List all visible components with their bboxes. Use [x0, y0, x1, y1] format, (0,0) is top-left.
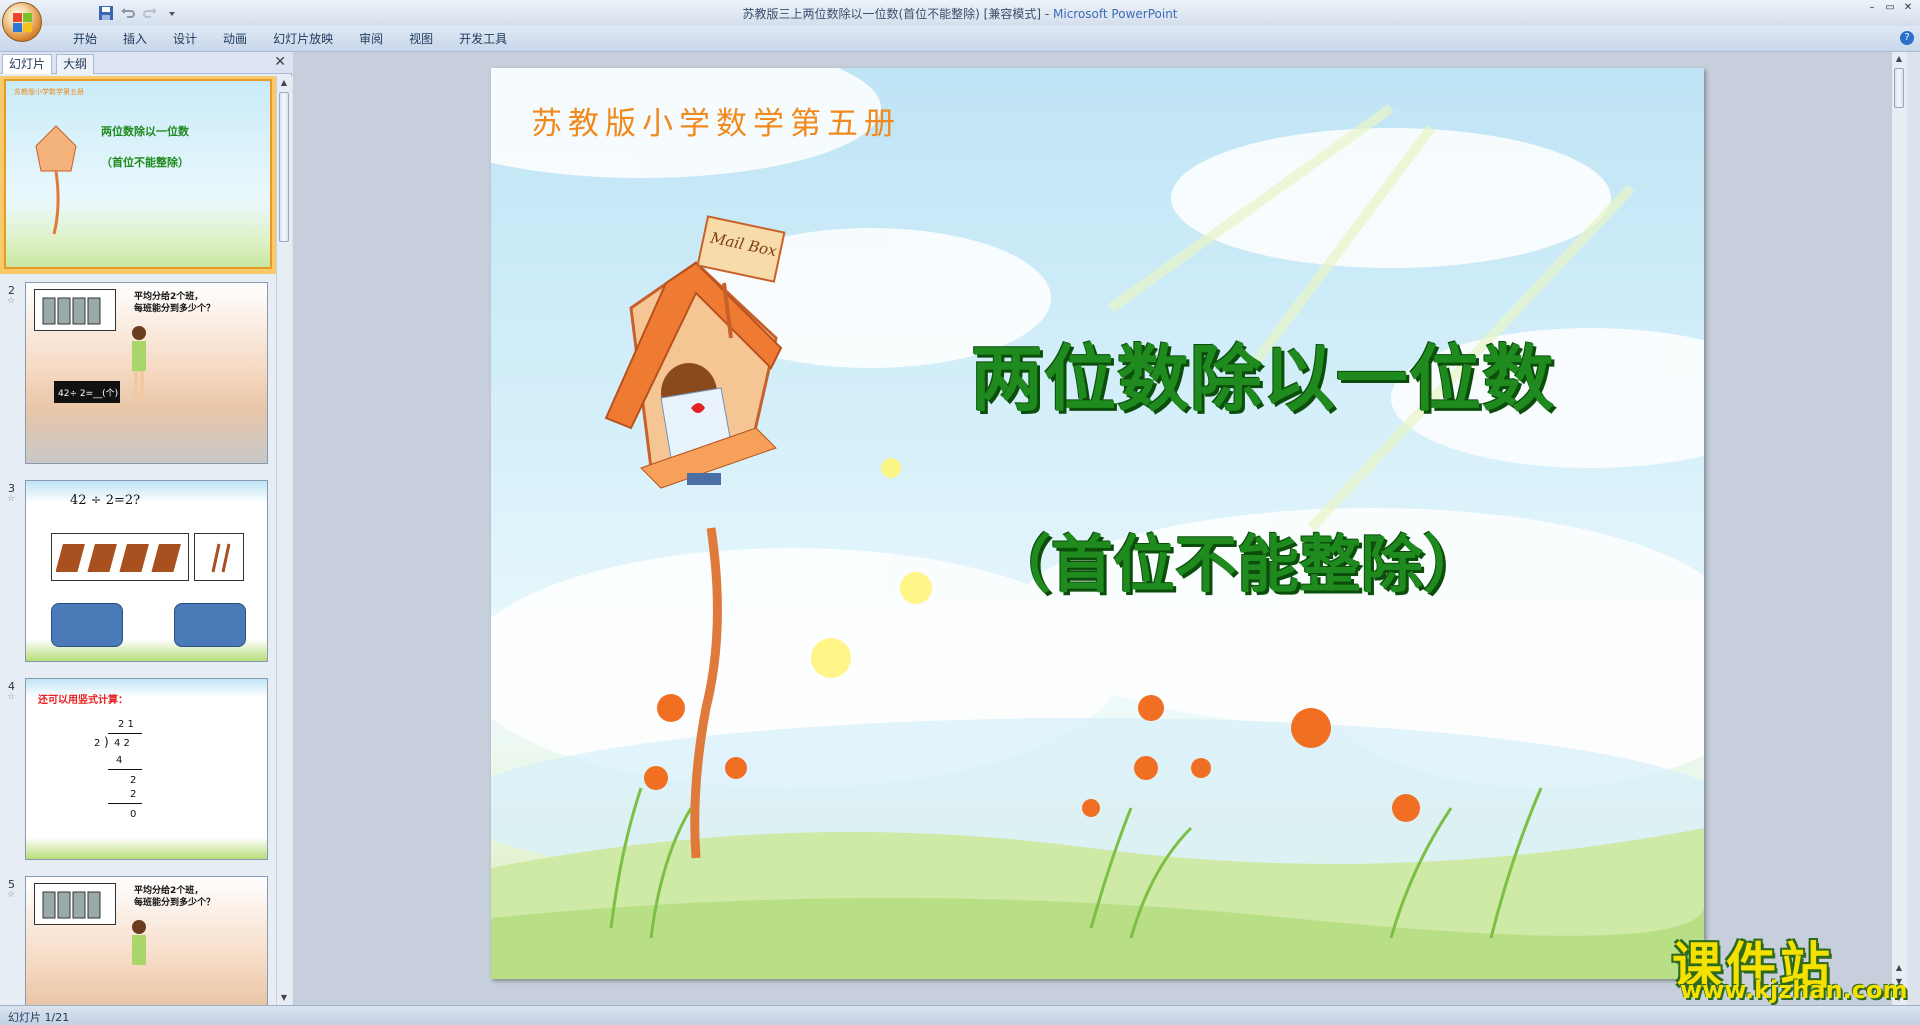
tab-slideshow[interactable]: 幻灯片放映 [260, 30, 346, 48]
scroll-up-icon[interactable]: ▲ [277, 76, 291, 90]
slide-subject-heading[interactable]: 苏教版小学数学第五册 [531, 98, 901, 143]
teacher-illustration-icon [132, 920, 146, 965]
blue-box-right [174, 603, 246, 647]
bundled-sticks-icon [56, 544, 181, 572]
batteries-icon [42, 891, 101, 919]
current-slide[interactable]: Mail Box 苏教版小学数学第五册 两位数除以一位数 （首位不能整除） [491, 68, 1704, 979]
maximize-button[interactable]: ▭ [1882, 2, 1898, 14]
minimize-button[interactable]: – [1864, 2, 1880, 14]
thumb-step3: 2 [130, 789, 137, 800]
tab-animations[interactable]: 动画 [210, 30, 260, 48]
window-controls: – ▭ ✕ [1864, 2, 1916, 14]
mailbox-illustration-icon [35, 125, 77, 235]
animation-star-icon: ☆ [7, 692, 16, 702]
watermark-url: www.kjzhan.com [1680, 976, 1908, 1004]
thumbnail-row-2[interactable]: 2 ☆ 平均分给2个班， 每班能分到多少个？ 42÷ 2=__(个) [0, 282, 276, 472]
slide-thumbnail-4[interactable]: 还可以用竖式计算： 2 1 2 ) 4 2 4 2 2 0 [25, 678, 268, 860]
tab-design[interactable]: 设计 [160, 30, 210, 48]
slide-thumbnail-2[interactable]: 平均分给2个班， 每班能分到多少个？ 42÷ 2=__(个) [25, 282, 268, 464]
step-line-1 [108, 769, 142, 770]
app-name: Microsoft PowerPoint [1053, 7, 1178, 21]
powerpoint-window: 苏教版三上两位数除以一位数(首位不能整除) [兼容模式] - Microsoft… [0, 0, 1920, 1025]
document-title: 苏教版三上两位数除以一位数(首位不能整除) [兼容模式] [742, 7, 1042, 21]
thumb-quotient: 2 1 [118, 719, 134, 730]
help-icon[interactable]: ? [1900, 31, 1914, 45]
slide-title[interactable]: 两位数除以一位数 [971, 320, 1555, 425]
slide-subtitle[interactable]: （首位不能整除） [989, 514, 1485, 604]
animation-star-icon: ☆ [7, 890, 16, 900]
thumb-question-line2: 每班能分到多少个？ [134, 898, 216, 908]
thumb-equation: 42 ÷ 2=2? [70, 493, 141, 508]
tab-review[interactable]: 审阅 [346, 30, 396, 48]
thumb-step2: 2 [130, 775, 137, 786]
thumb-question-line2: 每班能分到多少个？ [134, 304, 216, 314]
single-sticks-icon [211, 543, 231, 573]
tab-home[interactable]: 开始 [60, 30, 110, 48]
thumbnail-list: 1 苏教版小学数学第五册 两位数除以一位数 （首位不能整除） 2 ☆ 平均分给2… [0, 76, 276, 1005]
thumb-subject: 苏教版小学数学第五册 [14, 88, 84, 96]
thumb-dividend: 4 2 [114, 738, 130, 749]
title-bar: 苏教版三上两位数除以一位数(首位不能整除) [兼容模式] - Microsoft… [0, 0, 1920, 26]
scroll-up-icon[interactable]: ▲ [1892, 52, 1906, 66]
slide-thumbnail-5[interactable]: 平均分给2个班， 每班能分到多少个？ [25, 876, 268, 1005]
thumbnail-row-3[interactable]: 3 ☆ 42 ÷ 2=2? [0, 480, 276, 670]
ribbon-tabs: 开始 插入 设计 动画 幻灯片放映 审阅 视图 开发工具 [60, 30, 520, 48]
site-watermark: 课件站 www.kjzhan.com [1672, 926, 1907, 1004]
close-pane-icon[interactable]: ✕ [274, 54, 286, 70]
slide-scrollbar[interactable]: ▲ ▲ ▼ ▼ [1891, 52, 1907, 1005]
slide-thumbnail-1[interactable]: 苏教版小学数学第五册 两位数除以一位数 （首位不能整除） [4, 79, 272, 269]
tab-slides[interactable]: 幻灯片 [2, 54, 53, 74]
thumb-equation: 42÷ 2=__(个) [58, 389, 119, 399]
slide-editor: Mail Box 苏教版小学数学第五册 两位数除以一位数 （首位不能整除） ▲ … [293, 52, 1907, 1005]
step-line-2 [108, 803, 142, 804]
close-button[interactable]: ✕ [1900, 2, 1916, 14]
tab-view[interactable]: 视图 [396, 30, 446, 48]
division-bar [108, 733, 142, 734]
status-bar: 幻灯片 1/21 [0, 1005, 1920, 1025]
scroll-down-icon[interactable]: ▼ [277, 991, 291, 1005]
tab-developer[interactable]: 开发工具 [446, 30, 520, 48]
equation-box: 42÷ 2=__(个) [54, 381, 120, 403]
scrollbar-thumb[interactable] [279, 92, 289, 242]
thumb-step1: 4 [116, 755, 123, 766]
thumb-subtitle: （首位不能整除） [101, 156, 189, 169]
thumbnail-row-4[interactable]: 4 ☆ 还可以用竖式计算： 2 1 2 ) 4 2 4 2 2 0 [0, 678, 276, 868]
battery-box [34, 883, 116, 925]
title-separator: - [1041, 7, 1053, 21]
batteries-icon [42, 297, 101, 325]
thumb-divisor: 2 [94, 738, 101, 749]
tab-insert[interactable]: 插入 [110, 30, 160, 48]
division-bracket-icon: ) [104, 735, 109, 749]
office-button[interactable] [2, 2, 42, 42]
sticks-box [51, 533, 189, 581]
animation-star-icon: ☆ [7, 494, 16, 504]
battery-box [34, 289, 116, 331]
office-logo-icon [13, 13, 33, 33]
thumb-title: 两位数除以一位数 [101, 125, 189, 138]
teacher-illustration-icon [132, 326, 146, 399]
slides-pane: 幻灯片 大纲 ✕ 1 苏教版小学数学第五册 两位数除以一位数 （首位不能整除） … [0, 52, 292, 1005]
animation-star-icon: ☆ [7, 296, 16, 306]
thumbnail-row-5[interactable]: 5 ☆ 平均分给2个班， 每班能分到多少个？ [0, 876, 276, 1005]
scrollbar-thumb[interactable] [1894, 68, 1904, 108]
thumb-heading: 还可以用竖式计算： [38, 695, 128, 706]
slide-indicator: 幻灯片 1/21 [8, 1011, 70, 1024]
ribbon: 开始 插入 设计 动画 幻灯片放映 审阅 视图 开发工具 ? [0, 26, 1920, 52]
tab-outline[interactable]: 大纲 [56, 54, 95, 74]
pane-tabs: 幻灯片 大纲 ✕ [0, 52, 292, 74]
slide-thumbnail-3[interactable]: 42 ÷ 2=2? [25, 480, 268, 662]
mailbox-sign-text: Mail Box [708, 228, 779, 261]
blue-box-left [51, 603, 123, 647]
single-sticks-box [194, 533, 244, 581]
window-title: 苏教版三上两位数除以一位数(首位不能整除) [兼容模式] - Microsoft… [0, 5, 1920, 22]
thumbnail-row-1[interactable]: 1 苏教版小学数学第五册 两位数除以一位数 （首位不能整除） [0, 76, 276, 274]
thumb-remainder: 0 [130, 809, 137, 820]
thumbnail-scrollbar[interactable]: ▲ ▼ [276, 76, 292, 1005]
